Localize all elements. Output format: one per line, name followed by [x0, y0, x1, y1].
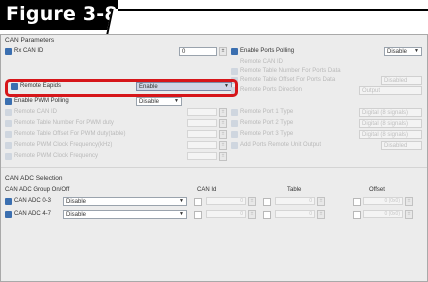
remote-table-offset-label: Remote Table Offset For Ports Data [240, 77, 336, 83]
remote-port-type-icon [231, 120, 238, 127]
remote-port-type-label: Remote Port 1 Type [240, 109, 294, 115]
enable-ports-polling-icon [231, 48, 238, 55]
can-parameters-heading: CAN Parameters [5, 37, 55, 44]
remote-port-type-icon [231, 109, 238, 116]
pwm-row-input[interactable] [187, 130, 217, 138]
pwm-row-input[interactable] [187, 141, 217, 149]
can-adc-row-icon [5, 198, 12, 205]
can-adc-offset-input[interactable]: 0 (0x0) [363, 210, 403, 218]
enable-pwm-polling-label: Enable PWM Polling [14, 98, 69, 104]
can-adc-offset-checkbox[interactable] [353, 198, 361, 206]
pwm-row-icon [5, 153, 12, 160]
pwm-row-input[interactable] [187, 152, 217, 160]
can-adc-row-label: CAN ADC 4-7 [14, 211, 52, 217]
pwm-row-spinner[interactable]: ± [219, 108, 227, 117]
pwm-row-label: Remote CAN ID [14, 109, 58, 115]
remote-port-type-icon [231, 131, 238, 138]
figure-rule [118, 9, 428, 11]
remote-can-id-label: Remote CAN ID [240, 59, 284, 65]
enable-pwm-polling-icon [5, 98, 12, 105]
can-adc-canid-spinner[interactable]: ± [248, 197, 256, 206]
chevron-down-icon: ▼ [179, 211, 184, 217]
remote-port-type-select[interactable]: Digital (8 signals) [359, 130, 422, 139]
can-adc-offset-spinner[interactable]: ± [405, 197, 413, 206]
can-adc-table-checkbox[interactable] [263, 198, 271, 206]
pwm-row-label: Remote PWM Clock Frequency(kHz) [14, 142, 113, 148]
can-adc-canid-checkbox[interactable] [194, 198, 202, 206]
remote-ports-direction-select[interactable]: Output [359, 86, 422, 95]
pwm-row-label: Remote Table Number For PWM duty [14, 120, 114, 126]
rx-can-id-label: Rx CAN ID [14, 48, 44, 54]
pwm-row-spinner[interactable]: ± [219, 119, 227, 128]
chevron-down-icon: ▼ [174, 98, 179, 104]
pwm-row-spinner[interactable]: ± [219, 152, 227, 161]
adc-col-group: CAN ADC Group On/Off [5, 187, 70, 193]
chevron-down-icon: ▼ [414, 48, 419, 54]
highlight-box [5, 79, 238, 97]
can-adc-row-label: CAN ADC 0-3 [14, 198, 52, 204]
can-adc-canid-spinner[interactable]: ± [248, 210, 256, 219]
remote-table-number-label: Remote Table Number For Ports Data [240, 68, 341, 74]
chevron-down-icon: ▼ [179, 198, 184, 204]
can-adc-table-input[interactable]: 0 [275, 197, 315, 205]
add-ports-remote-icon [231, 142, 238, 149]
pwm-row-icon [5, 109, 12, 116]
add-ports-remote-select[interactable]: Disabled [381, 141, 422, 150]
adc-col-table: Table [287, 187, 302, 193]
can-adc-row-select[interactable]: Disable ▼ [63, 210, 187, 219]
adc-col-canid: CAN Id [197, 187, 217, 193]
pwm-row-icon [5, 120, 12, 127]
can-adc-canid-checkbox[interactable] [194, 211, 202, 219]
can-adc-offset-input[interactable]: 0 (0x0) [363, 197, 403, 205]
pwm-row-icon [5, 131, 12, 138]
section-divider [1, 167, 427, 168]
can-adc-table-spinner[interactable]: ± [317, 210, 325, 219]
can-settings-panel: CAN Parameters Rx CAN ID 0 ± Enable Port… [0, 34, 428, 282]
can-adc-row-icon [5, 211, 12, 218]
can-adc-heading: CAN ADC Selection [5, 175, 63, 182]
can-adc-canid-input[interactable]: 0 [206, 210, 246, 218]
rx-can-id-spinner[interactable]: ± [219, 47, 227, 56]
rx-can-id-icon [5, 48, 12, 55]
figure-label-text: Figure 3-8 [6, 3, 118, 25]
remote-port-type-label: Remote Port 2 Type [240, 120, 294, 126]
rx-can-id-input[interactable]: 0 [179, 47, 217, 56]
pwm-row-label: Remote PWM Clock Frequency [14, 153, 99, 159]
pwm-row-spinner[interactable]: ± [219, 141, 227, 150]
can-adc-table-spinner[interactable]: ± [317, 197, 325, 206]
can-adc-row-select[interactable]: Disable ▼ [63, 197, 187, 206]
enable-ports-polling-label: Enable Ports Polling [240, 48, 295, 54]
enable-pwm-polling-select[interactable]: Disable ▼ [136, 97, 182, 106]
adc-col-offset: Offset [369, 187, 385, 193]
can-adc-table-input[interactable]: 0 [275, 210, 315, 218]
can-adc-table-checkbox[interactable] [263, 211, 271, 219]
can-adc-offset-checkbox[interactable] [353, 211, 361, 219]
remote-port-type-select[interactable]: Digital (8 signals) [359, 108, 422, 117]
pwm-row-icon [5, 142, 12, 149]
remote-table-number-icon [231, 68, 238, 75]
remote-port-type-select[interactable]: Digital (8 signals) [359, 119, 422, 128]
add-ports-remote-label: Add Ports Remote Unit Output [240, 142, 322, 148]
pwm-row-input[interactable] [187, 108, 217, 116]
remote-table-offset-select[interactable]: Disabled [381, 76, 422, 85]
can-adc-canid-input[interactable]: 0 [206, 197, 246, 205]
remote-port-type-label: Remote Port 3 Type [240, 131, 294, 137]
remote-ports-direction-label: Remote Ports Direction [240, 87, 303, 93]
pwm-row-spinner[interactable]: ± [219, 130, 227, 139]
enable-ports-polling-select[interactable]: Disable ▼ [384, 47, 422, 56]
pwm-row-label: Remote Table Offset For PWM duty(table) [14, 131, 126, 137]
can-adc-offset-spinner[interactable]: ± [405, 210, 413, 219]
figure-label: Figure 3-8 [0, 0, 118, 30]
pwm-row-input[interactable] [187, 119, 217, 127]
